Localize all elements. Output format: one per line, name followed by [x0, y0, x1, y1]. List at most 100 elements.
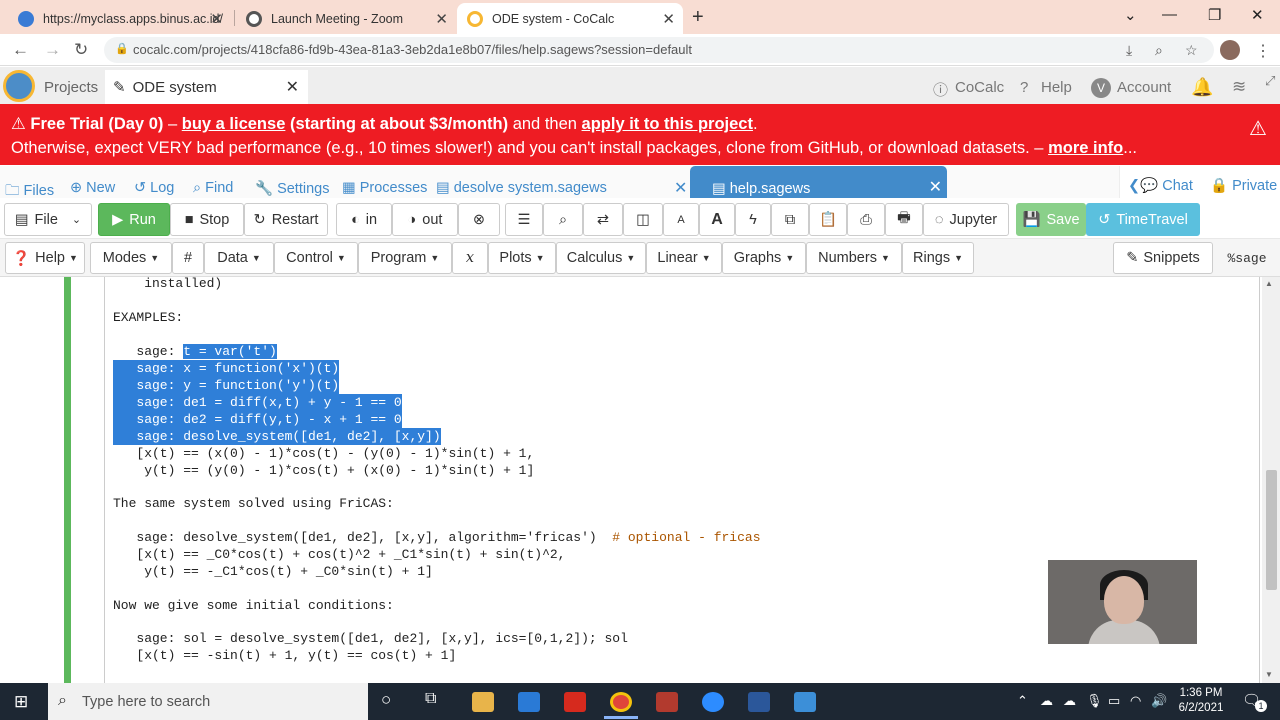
plots-menu-button[interactable]: Plots ▼ — [488, 242, 556, 274]
close-icon[interactable]: ✕ — [435, 10, 448, 28]
variable-button[interactable]: x — [452, 242, 488, 274]
linear-menu-button[interactable]: Linear ▼ — [646, 242, 722, 274]
close-icon[interactable]: ✕ — [286, 77, 299, 97]
bell-icon[interactable]: 🔔 — [1191, 77, 1213, 98]
replace-button[interactable]: ⇄ — [583, 203, 623, 236]
window-close-icon[interactable]: ✕ — [1251, 6, 1264, 24]
forward-icon[interactable]: → — [44, 40, 61, 60]
tab-search-icon[interactable]: ⌄ — [1124, 6, 1137, 24]
snippets-button[interactable]: ✎ Snippets — [1113, 242, 1213, 274]
save-button[interactable]: 💾 Save — [1016, 203, 1086, 236]
wifi-icon[interactable]: ◠ — [1130, 693, 1141, 709]
task-view-icon[interactable]: ⧉ — [425, 690, 436, 708]
back-icon[interactable]: ← — [12, 40, 29, 60]
bookmark-star-icon[interactable]: ☆ — [1185, 42, 1198, 59]
close-icon[interactable]: ✕ — [929, 177, 942, 197]
control-menu-button[interactable]: Control ▼ — [274, 242, 358, 274]
account-avatar[interactable]: V — [1091, 78, 1111, 98]
numbers-menu-button[interactable]: Numbers ▼ — [806, 242, 902, 274]
volume-icon[interactable]: 🔊 — [1151, 693, 1167, 709]
jupyter-button[interactable]: ◌ Jupyter — [923, 203, 1009, 236]
file-tab-help[interactable]: ▤ help.sagews ✕ — [690, 166, 947, 198]
graphs-menu-button[interactable]: Graphs ▼ — [722, 242, 806, 274]
find-button[interactable]: ⌕ Find — [193, 180, 233, 196]
log-button[interactable]: ↺ Log — [134, 180, 174, 196]
minimize-icon[interactable]: — — [1162, 6, 1177, 23]
close-icon[interactable]: ✕ — [662, 10, 675, 28]
new-button[interactable]: ⊕ New — [70, 180, 115, 196]
chat-button[interactable]: ❮💬 Chat — [1128, 177, 1193, 194]
file-explorer-icon[interactable] — [472, 692, 494, 712]
scroll-up-icon[interactable]: ▲ — [1265, 279, 1273, 288]
copy-button[interactable]: ⧉ — [771, 203, 809, 236]
timetravel-button[interactable]: ↺ TimeTravel — [1086, 203, 1200, 236]
browser-tab-myclass[interactable]: https://myclass.apps.binus.ac.id/ ✕ — [8, 3, 231, 34]
search-button[interactable]: ⌕ — [543, 203, 583, 236]
new-tab-button[interactable]: + — [692, 6, 704, 29]
close-icon[interactable]: ✕ — [210, 10, 223, 28]
url-field[interactable]: 🔒 cocalc.com/projects/418cfa86-fd9b-43ea… — [104, 37, 1214, 63]
toggle-input-button[interactable]: ◐ in — [336, 203, 392, 236]
data-menu-button[interactable]: Data ▼ — [204, 242, 274, 274]
help-menu-button[interactable]: ❓ Help ▼ — [5, 242, 85, 274]
mail-icon[interactable] — [518, 692, 540, 712]
expand-icon[interactable]: ⤢ — [1265, 73, 1275, 89]
paste-button[interactable]: 📋 — [809, 203, 847, 236]
indent-button[interactable]: ☰ — [505, 203, 543, 236]
account-link[interactable]: Account — [1117, 79, 1171, 96]
print-button[interactable]: 🖶 — [885, 203, 923, 236]
cocalc-link[interactable]: CoCalc — [955, 79, 1004, 96]
help-link[interactable]: Help — [1041, 79, 1072, 96]
pdf-button[interactable]: ⎙ — [847, 203, 885, 236]
comment-button[interactable]: # — [172, 242, 204, 274]
private-button[interactable]: 🔒 Private — [1210, 177, 1277, 194]
acrobat-icon[interactable] — [564, 692, 586, 712]
program-menu-button[interactable]: Program ▼ — [358, 242, 452, 274]
browser-tab-zoom[interactable]: Launch Meeting - Zoom ✕ — [236, 3, 456, 34]
cocalc-logo[interactable] — [3, 70, 35, 102]
file-menu-button[interactable]: ▤ File ⌄ — [4, 203, 92, 236]
word-icon[interactable] — [748, 692, 770, 712]
cortana-icon[interactable]: ○ — [381, 690, 391, 710]
windows-start-icon[interactable]: ⊞ — [14, 692, 28, 712]
rings-menu-button[interactable]: Rings ▼ — [902, 242, 974, 274]
run-button[interactable]: ▶ Run — [98, 203, 170, 236]
project-tab-ode-system[interactable]: ✎ ODE system ✕ — [105, 70, 308, 104]
microphone-icon[interactable]: 🎙 — [1086, 693, 1103, 709]
winrar-icon[interactable] — [656, 692, 678, 712]
restore-icon[interactable]: ❐ — [1208, 6, 1221, 24]
bolt-button[interactable]: ϟ — [735, 203, 771, 236]
processes-button[interactable]: ▦ Processes — [342, 180, 427, 196]
restart-button[interactable]: ↻ Restart — [244, 203, 328, 236]
menu-kebab-icon[interactable]: ⋮ — [1255, 41, 1271, 61]
settings-button[interactable]: 🔧 Settings — [255, 180, 329, 197]
stop-button[interactable]: ■ Stop — [170, 203, 244, 236]
chrome-icon[interactable] — [610, 692, 632, 712]
onedrive-icon[interactable]: ☁ — [1040, 693, 1053, 709]
goto-line-button[interactable]: ◫ — [623, 203, 663, 236]
toggle-output-button[interactable]: ◑ out — [392, 203, 458, 236]
zoom-icon[interactable]: ⌕ — [1155, 42, 1163, 59]
scroll-down-icon[interactable]: ▼ — [1265, 670, 1273, 679]
file-tab-desolve[interactable]: ▤ desolve system.sagews — [436, 180, 607, 196]
close-icon[interactable]: ✕ — [674, 178, 687, 198]
modes-menu-button[interactable]: Modes ▼ — [90, 242, 172, 274]
scrollbar-thumb[interactable] — [1266, 470, 1277, 590]
battery-icon[interactable]: ▭ — [1108, 693, 1120, 709]
photos-icon[interactable] — [794, 692, 816, 712]
install-icon[interactable]: ⤓ — [1126, 42, 1132, 59]
decrease-font-button[interactable]: A — [663, 203, 699, 236]
chevron-up-icon[interactable]: ⌃ — [1017, 693, 1028, 709]
buy-license-link[interactable]: buy a license — [182, 115, 286, 133]
clear-output-button[interactable]: ⊗ — [458, 203, 500, 236]
apply-link[interactable]: apply it to this project — [582, 115, 753, 133]
more-info-link[interactable]: more info — [1048, 139, 1123, 157]
zoom-app-icon[interactable] — [702, 692, 724, 712]
increase-font-button[interactable]: A — [699, 203, 735, 236]
reload-icon[interactable]: ↻ — [74, 40, 88, 60]
taskbar-clock[interactable]: 1:36 PM 6/2/2021 — [1170, 686, 1232, 716]
calculus-menu-button[interactable]: Calculus ▼ — [556, 242, 646, 274]
browser-tab-cocalc[interactable]: ODE system - CoCalc ✕ — [457, 3, 683, 34]
taskbar-search-box[interactable]: ⌕ Type here to search — [48, 683, 368, 720]
cloud-icon[interactable]: ☁ — [1063, 693, 1076, 709]
